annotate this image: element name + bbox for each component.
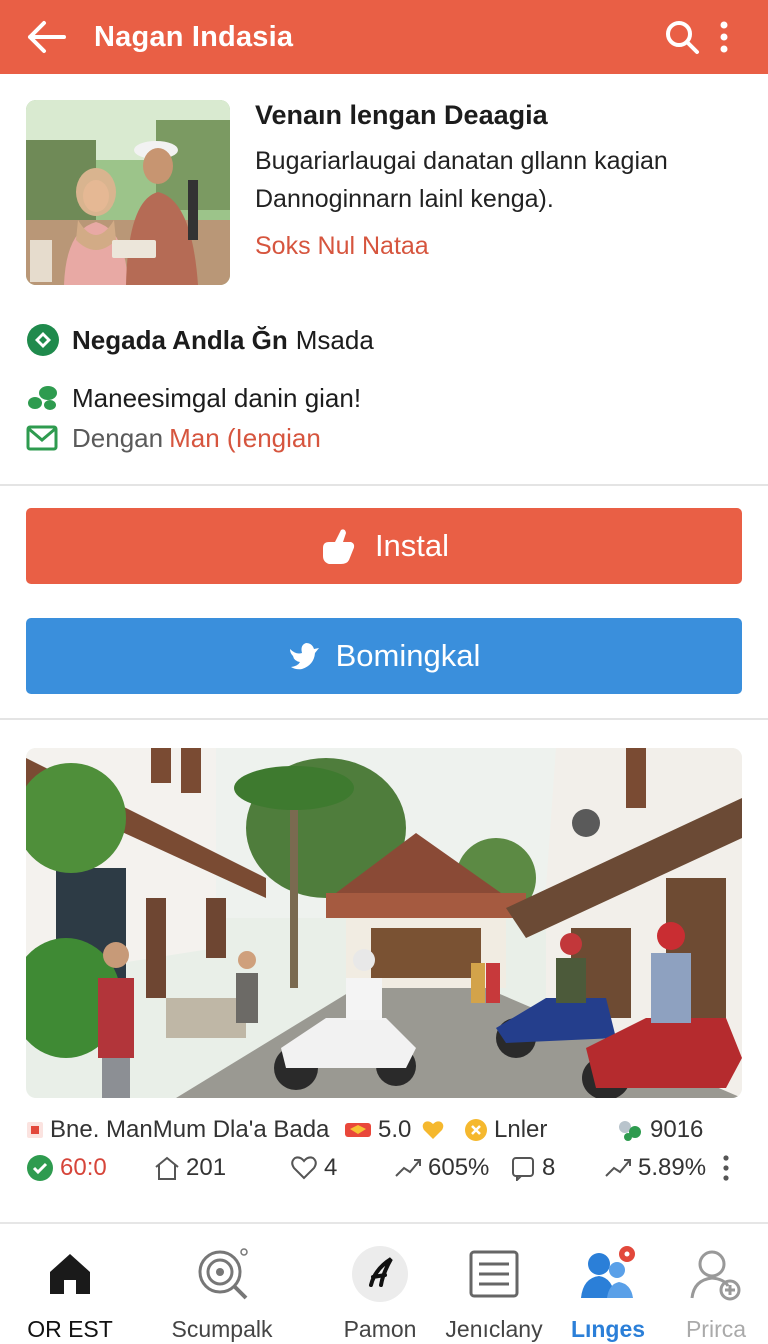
score: 60:0: [26, 1154, 154, 1182]
nav-item-pamon[interactable]: Pamon: [330, 1224, 430, 1344]
developer-row[interactable]: Negada Andla Ğn Msada: [26, 322, 374, 358]
bird-icon: [288, 641, 320, 671]
bookmark-label: Bomingkal: [335, 638, 481, 673]
list-icon: [462, 1242, 526, 1306]
home-outline-icon: [154, 1155, 180, 1181]
installs-count: 201: [154, 1154, 290, 1182]
app-link[interactable]: Soks Nul Nataa: [255, 232, 429, 261]
heart-icon: [421, 1119, 445, 1141]
heart-outline-icon: [290, 1155, 318, 1181]
more-vertical-icon: [720, 21, 728, 53]
install-label: Instal: [374, 528, 450, 563]
comment-button[interactable]: 8: [510, 1154, 604, 1182]
target-search-icon: [190, 1242, 254, 1306]
close-circle-icon: [464, 1118, 488, 1142]
nav-item-list[interactable]: Jenıclany: [444, 1224, 544, 1344]
village-street-photo: [26, 748, 742, 1098]
contact-link[interactable]: Man (Iengian: [169, 423, 321, 454]
bookmark-button[interactable]: Bomingkal: [26, 618, 742, 694]
rating: 5.0: [344, 1116, 464, 1144]
search-icon: [666, 21, 699, 54]
app-thumbnail: [26, 100, 230, 285]
stats-row-2: 60:0 201 4 605% 8 5.89%: [26, 1150, 742, 1186]
app-title: Venaın lengan Deaagia: [255, 100, 548, 130]
tagline-row: Maneesimgal danin gian!: [26, 380, 361, 416]
arrow-left-icon: [28, 21, 66, 53]
more-button[interactable]: [698, 11, 750, 63]
nav-item-home[interactable]: OR EST: [20, 1224, 120, 1344]
users-icon: [616, 1118, 644, 1142]
user-add-icon: [684, 1242, 748, 1306]
trend-a: 605%: [394, 1154, 510, 1182]
comment-icon: [510, 1155, 536, 1181]
trend-icon: [604, 1156, 632, 1180]
bottom-navigation: OR EST Scumpalk Pamon Jenıclany Lınges P…: [0, 1222, 768, 1344]
brush-icon: [348, 1242, 412, 1306]
install-button[interactable]: Instal: [26, 508, 742, 584]
trend-b: 5.89%: [604, 1154, 714, 1182]
mail-icon: [26, 420, 62, 456]
like-button[interactable]: 4: [290, 1154, 394, 1182]
status-label: Lnler: [464, 1116, 574, 1144]
check-circle-icon: [26, 1154, 54, 1182]
app-bar-title: Nagan Indasia: [94, 20, 294, 53]
app-bar: Nagan Indasia: [0, 0, 768, 74]
people-icon: [576, 1242, 640, 1306]
home-icon: [38, 1242, 102, 1306]
contact-row[interactable]: Dengan Man (Iengian: [26, 420, 321, 456]
back-button[interactable]: [20, 11, 72, 63]
leaf-icon: [26, 380, 62, 416]
nav-item-search[interactable]: Scumpalk: [160, 1224, 284, 1344]
rating-badge-icon: [344, 1119, 372, 1141]
more-options-button[interactable]: [722, 1155, 730, 1181]
app-description: Bugariarlaugai danatan gllann kagian Dan…: [255, 147, 668, 213]
square-badge-icon: [26, 1121, 44, 1139]
contact-prefix: Dengan: [72, 422, 164, 453]
developer-suffix: Msada: [295, 324, 374, 355]
divider: [0, 484, 768, 486]
views-count: 9016: [616, 1116, 703, 1144]
divider: [0, 718, 768, 720]
nav-item-profile[interactable]: Prirca: [668, 1224, 764, 1344]
nav-item-people[interactable]: Lınges: [560, 1224, 656, 1344]
tagline-text: Maneesimgal danin gian!: [72, 382, 362, 413]
source-label: Bne. ManMum Dla'a Bada: [26, 1116, 344, 1144]
stats-row-1: Bne. ManMum Dla'a Bada 5.0 Lnler 9016: [26, 1112, 742, 1148]
trend-icon: [394, 1156, 422, 1180]
hand-pointer-icon: [319, 526, 359, 566]
developer-name: Negada Andla Ğn: [72, 324, 288, 355]
more-vertical-icon: [723, 1155, 729, 1181]
verified-badge-icon: [26, 322, 62, 358]
